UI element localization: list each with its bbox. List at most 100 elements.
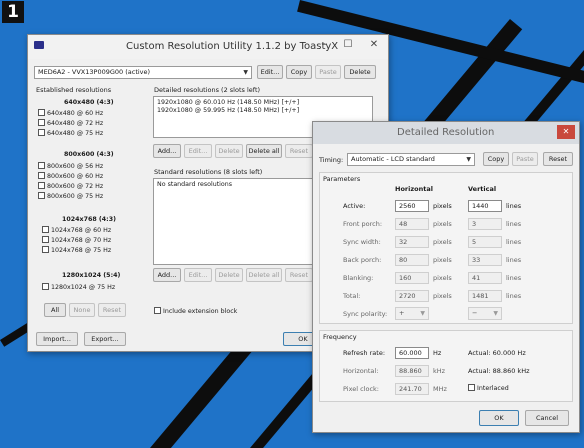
timing-paste-button[interactable]: Paste: [512, 152, 538, 166]
timing-copy-button[interactable]: Copy: [483, 152, 509, 166]
established-item[interactable]: 1024x768 @ 75 Hz: [42, 246, 111, 255]
checkbox[interactable]: [38, 162, 45, 169]
include-extension-block[interactable]: Include extension block: [154, 307, 237, 316]
timing-reset-button[interactable]: Reset: [543, 152, 573, 166]
detailed-resolution-dialog: Detailed Resolution ✕ Timing: Automatic …: [312, 121, 580, 433]
minimize-icon[interactable]: –: [312, 35, 336, 55]
established-item[interactable]: 800x600 @ 60 Hz: [38, 172, 103, 181]
checkbox[interactable]: [42, 226, 49, 233]
active-horizontal-input[interactable]: 2560: [395, 200, 429, 212]
horizontal-column-header: Horizontal: [395, 185, 433, 193]
detailed-delete-all-button[interactable]: Delete all: [246, 144, 282, 158]
established-item[interactable]: 1024x768 @ 60 Hz: [42, 226, 111, 235]
detailed-heading: Detailed resolutions (2 slots left): [154, 86, 261, 94]
detailed-delete-button[interactable]: Delete: [215, 144, 243, 158]
checkbox[interactable]: [38, 182, 45, 189]
established-none-button[interactable]: None: [69, 303, 95, 317]
parameters-group: [319, 172, 573, 324]
timing-label: Timing:: [319, 156, 344, 164]
established-group-title: 1024x768 (4:3): [62, 216, 116, 223]
pixel-clock-label: Pixel clock:: [343, 385, 379, 393]
established-heading: Established resolutions: [36, 86, 112, 94]
checkbox[interactable]: [468, 384, 475, 391]
dialog-titlebar: Detailed Resolution ✕: [313, 122, 579, 144]
checkbox[interactable]: [38, 192, 45, 199]
vertical-column-header: Vertical: [468, 185, 497, 193]
close-icon[interactable]: ✕: [362, 35, 386, 55]
refresh-rate-input[interactable]: 60.000: [395, 347, 429, 359]
paste-monitor-button[interactable]: Paste: [315, 65, 341, 79]
param-label-sync-width: Sync width:: [343, 238, 381, 246]
established-item[interactable]: 1024x768 @ 70 Hz: [42, 236, 111, 245]
back-porch-vertical-field: 33: [468, 254, 502, 266]
established-item[interactable]: 640x480 @ 75 Hz: [38, 129, 103, 138]
established-group-title: 640x480 (4:3): [64, 99, 114, 106]
param-label-front-porch: Front porch:: [343, 220, 383, 228]
established-reset-button[interactable]: Reset: [98, 303, 126, 317]
horizontal-frequency-actual: Actual: 88.860 kHz: [468, 367, 530, 375]
list-item[interactable]: 1920x1080 @ 60.010 Hz (148.50 MHz) [+/+]: [154, 99, 372, 107]
detailed-edit-button[interactable]: Edit...: [184, 144, 212, 158]
frequency-label: Frequency: [323, 333, 357, 341]
sync-polarity-horizontal-value: +: [399, 309, 405, 317]
param-label-blanking: Blanking:: [343, 274, 374, 282]
active-vertical-input[interactable]: 1440: [468, 200, 502, 212]
established-item[interactable]: 800x600 @ 75 Hz: [38, 192, 103, 201]
standard-reset-button[interactable]: Reset: [285, 268, 313, 282]
blanking-horizontal-field: 160: [395, 272, 429, 284]
timing-select[interactable]: Automatic - LCD standard ▼: [347, 153, 475, 166]
unit-label: pixels: [433, 238, 452, 246]
checkbox[interactable]: [42, 236, 49, 243]
standard-add-button[interactable]: Add...: [153, 268, 181, 282]
maximize-icon[interactable]: ☐: [336, 35, 360, 55]
monitor-select-value: MED6A2 - VVX13P009G00 (active): [38, 68, 151, 76]
import-button[interactable]: Import...: [36, 332, 78, 346]
unit-label: lines: [506, 220, 522, 228]
unit-label: lines: [506, 202, 522, 210]
monitor-app-icon: [34, 41, 44, 49]
copy-monitor-button[interactable]: Copy: [286, 65, 312, 79]
sync-width-horizontal-field: 32: [395, 236, 429, 248]
checkbox[interactable]: [42, 246, 49, 253]
delete-monitor-button[interactable]: Delete: [344, 65, 376, 79]
sync-polarity-horizontal-select[interactable]: + ▼: [395, 307, 429, 320]
interlaced-checkbox-row[interactable]: Interlaced: [468, 384, 509, 393]
checkbox[interactable]: [38, 129, 45, 136]
blanking-vertical-field: 41: [468, 272, 502, 284]
monitor-select[interactable]: MED6A2 - VVX13P009G00 (active) ▼: [34, 66, 252, 79]
dialog-ok-button[interactable]: OK: [479, 410, 519, 426]
dialog-title: Detailed Resolution: [397, 127, 495, 138]
standard-delete-button[interactable]: Delete: [215, 268, 243, 282]
established-item[interactable]: 640x480 @ 60 Hz: [38, 109, 103, 118]
checkbox[interactable]: [38, 119, 45, 126]
established-item[interactable]: 1280x1024 @ 75 Hz: [42, 283, 115, 292]
established-item[interactable]: 640x480 @ 72 Hz: [38, 119, 103, 128]
horizontal-frequency-field: 88.860: [395, 365, 429, 377]
standard-delete-all-button[interactable]: Delete all: [246, 268, 282, 282]
detailed-add-button[interactable]: Add...: [153, 144, 181, 158]
sync-polarity-vertical-value: −: [472, 309, 478, 317]
list-item[interactable]: 1920x1080 @ 59.995 Hz (148.50 MHz) [+/+]: [154, 107, 372, 115]
detailed-reset-button[interactable]: Reset: [285, 144, 313, 158]
established-item[interactable]: 800x600 @ 72 Hz: [38, 182, 103, 191]
back-porch-horizontal-field: 80: [395, 254, 429, 266]
dialog-cancel-button[interactable]: Cancel: [525, 410, 569, 426]
horizontal-frequency-label: Horizontal:: [343, 367, 379, 375]
standard-edit-button[interactable]: Edit...: [184, 268, 212, 282]
unit-label: pixels: [433, 292, 452, 300]
established-all-button[interactable]: All: [44, 303, 66, 317]
checkbox[interactable]: [42, 283, 49, 290]
established-item[interactable]: 800x600 @ 56 Hz: [38, 162, 103, 171]
edit-monitor-button[interactable]: Edit...: [257, 65, 283, 79]
sync-polarity-vertical-select[interactable]: − ▼: [468, 307, 502, 320]
checkbox[interactable]: [38, 109, 45, 116]
front-porch-horizontal-field: 48: [395, 218, 429, 230]
export-button[interactable]: Export...: [84, 332, 126, 346]
param-label-back-porch: Back porch:: [343, 256, 382, 264]
unit-label: lines: [506, 256, 522, 264]
checkbox[interactable]: [154, 307, 161, 314]
chevron-down-icon: ▼: [466, 156, 471, 163]
close-icon[interactable]: ✕: [557, 125, 575, 139]
sync-polarity-label: Sync polarity:: [343, 310, 388, 318]
checkbox[interactable]: [38, 172, 45, 179]
